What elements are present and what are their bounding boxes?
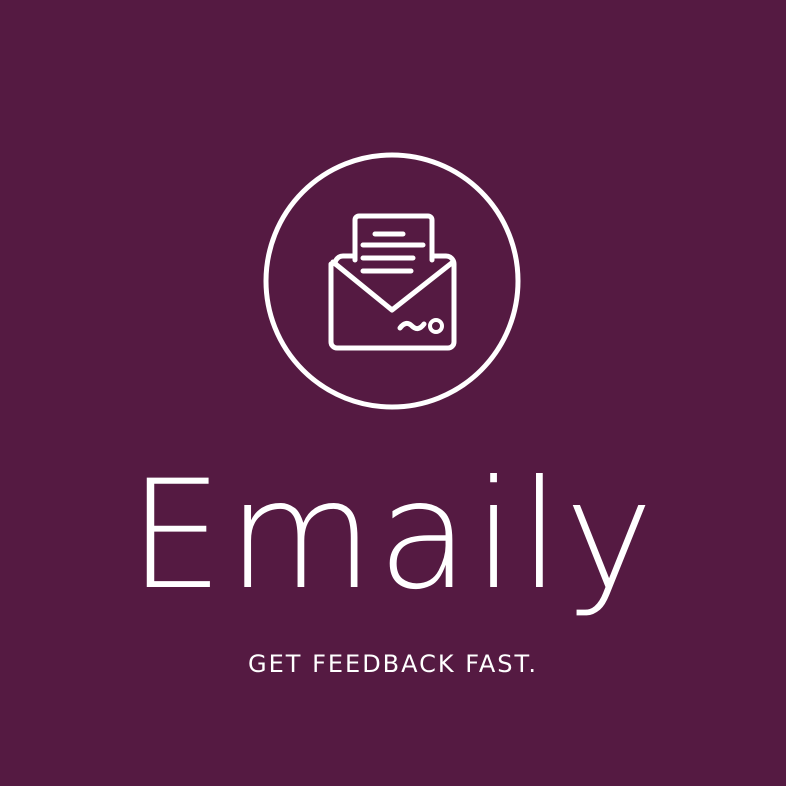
tagline: GET FEEDBACK FAST. xyxy=(248,650,538,678)
envelope-logo-icon xyxy=(263,152,521,410)
brand-name: Emaily xyxy=(128,449,658,623)
